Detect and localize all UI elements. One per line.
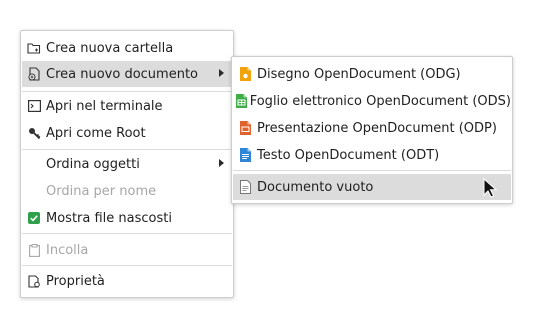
menu-item-open-terminal[interactable]: Apri nel terminale	[22, 93, 232, 119]
submenu-item-odg[interactable]: Disegno OpenDocument (ODG)	[233, 61, 511, 87]
menu-item-paste: Incolla	[22, 237, 232, 263]
separator	[22, 265, 232, 266]
separator	[233, 170, 511, 171]
menu-item-sort-items[interactable]: Ordina oggetti	[22, 151, 232, 177]
presentation-doc-icon	[235, 121, 255, 135]
menu-item-sort-by-name: Ordina per nome	[46, 183, 157, 199]
key-icon	[24, 127, 44, 140]
separator	[22, 149, 232, 150]
context-menu: Crea nuova cartella Crea nuovo documento…	[20, 30, 234, 298]
submenu-item-odt[interactable]: Testo OpenDocument (ODT)	[233, 142, 511, 168]
menu-item-show-hidden[interactable]: Mostra file nascosti	[22, 205, 232, 231]
separator	[22, 91, 232, 92]
submenu-item-blank-document[interactable]: Documento vuoto	[233, 174, 511, 200]
text-doc-icon	[235, 148, 255, 162]
drawing-doc-icon	[235, 67, 255, 81]
spreadsheet-doc-icon	[235, 94, 248, 108]
menu-item-new-document[interactable]: Crea nuovo documento	[22, 61, 232, 87]
separator	[22, 233, 232, 234]
clipboard-icon	[24, 243, 44, 257]
document-new-icon	[24, 67, 44, 81]
new-document-submenu: Disegno OpenDocument (ODG) Foglio elettr…	[231, 56, 513, 204]
submenu-arrow-icon	[219, 159, 224, 167]
submenu-item-ods[interactable]: Foglio elettronico OpenDocument (ODS)	[233, 88, 511, 114]
checkbox-checked-icon[interactable]	[24, 212, 44, 224]
menu-item-open-as-root[interactable]: Apri come Root	[22, 120, 232, 146]
terminal-icon	[24, 100, 44, 112]
blank-doc-icon	[235, 180, 255, 194]
menu-item-new-folder[interactable]: Crea nuova cartella	[22, 35, 232, 61]
properties-icon	[24, 274, 44, 288]
folder-new-icon	[24, 42, 44, 54]
menu-item-properties[interactable]: Proprietà	[22, 268, 232, 294]
mouse-pointer-icon	[483, 177, 499, 202]
submenu-item-odp[interactable]: Presentazione OpenDocument (ODP)	[233, 115, 511, 141]
submenu-arrow-icon	[219, 69, 224, 77]
